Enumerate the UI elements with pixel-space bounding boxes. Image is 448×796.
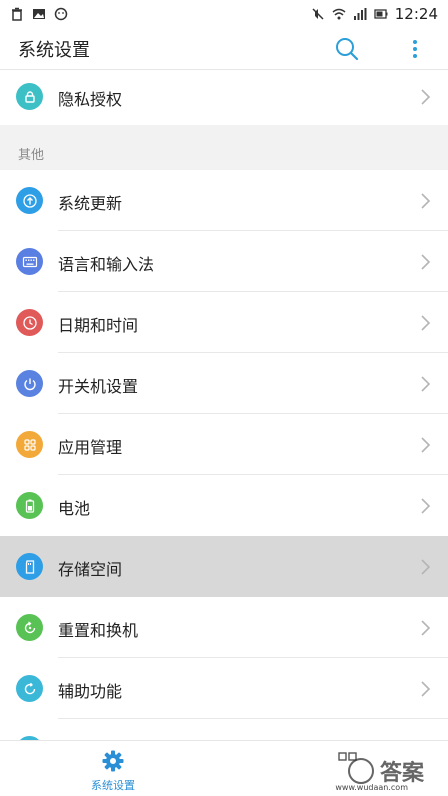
battery-icon	[374, 9, 388, 19]
app-actions	[332, 34, 430, 64]
settings-item-battery[interactable]: 电池	[0, 475, 448, 536]
settings-item-label: 存储空间	[58, 560, 123, 579]
settings-item-partial[interactable]	[0, 719, 448, 740]
settings-item-language-input[interactable]: 语言和输入法	[0, 231, 448, 292]
settings-item-accessibility[interactable]: 辅助功能	[0, 658, 448, 719]
watermark-url: www.wudaan.com	[335, 783, 408, 792]
settings-item-date-time[interactable]: 日期和时间	[0, 292, 448, 353]
accessibility-icon	[16, 675, 43, 702]
chevron-right-icon	[421, 315, 431, 331]
chevron-right-icon	[421, 681, 431, 697]
settings-list: 隐私授权 其他 系统更新 语言和输入法 日期和时间 开关机设置 应用管理 电池 …	[0, 70, 448, 740]
lock-icon	[16, 83, 43, 110]
gear-icon	[102, 750, 124, 772]
search-button[interactable]	[332, 34, 362, 64]
settings-item-reset-transfer[interactable]: 重置和换机	[0, 597, 448, 658]
upload-icon	[16, 187, 43, 214]
more-vert-icon	[413, 39, 417, 58]
section-label: 其他	[18, 148, 45, 163]
status-bar: 12:24	[0, 0, 448, 28]
app-bar: 系统设置	[0, 28, 448, 70]
signal-icon	[353, 8, 367, 20]
settings-item-label: 开关机设置	[58, 377, 139, 396]
reset-icon	[16, 614, 43, 641]
chevron-right-icon	[421, 498, 431, 514]
settings-item-label: 系统更新	[58, 194, 123, 213]
apps-icon	[16, 431, 43, 458]
battery-icon	[16, 492, 43, 519]
power-icon	[16, 370, 43, 397]
status-time: 12:24	[394, 5, 438, 23]
chevron-right-icon	[421, 620, 431, 636]
settings-item-storage[interactable]: 存储空间	[0, 536, 448, 597]
chevron-right-icon	[421, 89, 431, 105]
page-title: 系统设置	[18, 39, 90, 61]
settings-item-label: 语言和输入法	[58, 255, 155, 274]
chevron-right-icon	[421, 254, 431, 270]
status-left-icons	[10, 7, 68, 21]
more-options-button[interactable]	[400, 34, 430, 64]
search-icon	[336, 37, 359, 60]
settings-item-label: 日期和时间	[58, 316, 139, 335]
settings-item-label: 辅助功能	[58, 682, 123, 701]
settings-item-power-schedule[interactable]: 开关机设置	[0, 353, 448, 414]
chevron-right-icon	[421, 437, 431, 453]
chevron-right-icon	[421, 193, 431, 209]
settings-item-app-management[interactable]: 应用管理	[0, 414, 448, 475]
chevron-right-icon	[421, 559, 431, 575]
clock-icon	[16, 309, 43, 336]
nav-system-settings[interactable]: 系统设置	[78, 741, 148, 796]
watermark-logo-icon	[347, 758, 374, 784]
settings-item-label: 电池	[58, 499, 91, 518]
settings-item-label: 重置和换机	[58, 621, 139, 640]
smiley-icon	[54, 7, 68, 21]
image-icon	[33, 9, 45, 19]
wifi-icon	[332, 8, 346, 20]
storage-icon	[16, 553, 43, 580]
nav-label: 系统设置	[91, 779, 135, 792]
chevron-right-icon	[421, 376, 431, 392]
trash-icon	[12, 7, 22, 21]
mute-icon	[312, 8, 324, 20]
settings-item-label: 应用管理	[58, 438, 123, 457]
settings-item-label: 隐私授权	[58, 90, 123, 109]
section-header: 其他	[0, 125, 448, 170]
keyboard-icon	[16, 248, 43, 275]
settings-item-system-update[interactable]: 系统更新	[0, 170, 448, 231]
status-right-icons: 12:24	[311, 5, 438, 23]
settings-item-privacy[interactable]: 隐私授权	[0, 70, 448, 125]
